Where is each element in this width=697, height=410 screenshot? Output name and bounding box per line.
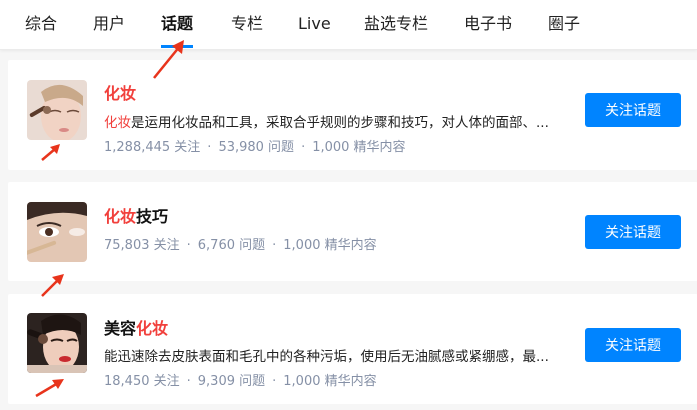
topic-result-card: 化妆技巧 75,803 关注 · 6,760 问题 · 1,000 精华内容 关注话题 bbox=[8, 182, 697, 281]
tab-label: Live bbox=[298, 14, 331, 33]
topic-title[interactable]: 化妆 bbox=[104, 80, 136, 104]
excerpt-text: 是运用化妆品和工具，采取合乎规则的步骤和技巧，对人体的面部、... bbox=[131, 115, 549, 131]
topic-title[interactable]: 美容化妆 bbox=[104, 315, 168, 339]
topic-result-card: 美容化妆 能迅速除去皮肤表面和毛孔中的各种污垢，使用后无油腻感或紧绷感，最...… bbox=[8, 294, 697, 404]
tab-topics[interactable]: 话题 bbox=[161, 0, 194, 50]
separator: · bbox=[186, 374, 191, 389]
topic-avatar[interactable] bbox=[27, 313, 87, 373]
separator: · bbox=[301, 140, 306, 155]
separator: · bbox=[186, 238, 191, 253]
title-text: 美容 bbox=[104, 319, 137, 338]
topic-excerpt: 化妆是运用化妆品和工具，采取合乎规则的步骤和技巧，对人体的面部、... bbox=[104, 111, 574, 131]
questions-count: 6,760 问题 bbox=[197, 238, 266, 253]
topic-stats: 75,803 关注 · 6,760 问题 · 1,000 精华内容 bbox=[104, 234, 377, 253]
topic-avatar[interactable] bbox=[27, 80, 87, 140]
follow-topic-button[interactable]: 关注话题 bbox=[585, 215, 681, 249]
topic-title[interactable]: 化妆技巧 bbox=[104, 203, 168, 227]
essence-count: 1,000 精华内容 bbox=[283, 374, 377, 389]
tab-users[interactable]: 用户 bbox=[93, 0, 125, 50]
excerpt-keyword-highlight: 化妆 bbox=[104, 115, 131, 131]
follow-topic-button[interactable]: 关注话题 bbox=[585, 328, 681, 362]
followers-count: 75,803 关注 bbox=[104, 238, 180, 253]
search-type-tabbar: 综合 用户 话题 专栏 Live 盐选专栏 电子书 圈子 bbox=[0, 0, 697, 50]
active-tab-indicator bbox=[161, 45, 194, 48]
title-keyword-highlight: 化妆 bbox=[136, 319, 169, 338]
separator: · bbox=[207, 140, 212, 155]
topic-excerpt: 能迅速除去皮肤表面和毛孔中的各种污垢，使用后无油腻感或紧绷感，最... bbox=[104, 345, 574, 365]
title-text: 技巧 bbox=[136, 207, 169, 226]
tab-salt-columns[interactable]: 盐选专栏 bbox=[364, 0, 428, 50]
questions-count: 53,980 问题 bbox=[218, 140, 295, 155]
tab-label: 话题 bbox=[161, 14, 194, 33]
topic-stats: 1,288,445 关注 · 53,980 问题 · 1,000 精华内容 bbox=[104, 136, 406, 155]
tab-circles[interactable]: 圈子 bbox=[548, 0, 580, 50]
essence-count: 1,000 精华内容 bbox=[283, 238, 377, 253]
tab-live[interactable]: Live bbox=[298, 0, 331, 50]
essence-count: 1,000 精华内容 bbox=[312, 140, 406, 155]
tab-ebooks[interactable]: 电子书 bbox=[464, 0, 512, 50]
excerpt-text: 能迅速除去皮肤表面和毛孔中的各种污垢，使用后无油腻感或紧绷感，最... bbox=[104, 349, 549, 365]
separator: · bbox=[272, 238, 277, 253]
topic-result-card: 化妆 化妆是运用化妆品和工具，采取合乎规则的步骤和技巧，对人体的面部、... 1… bbox=[8, 60, 697, 170]
separator: · bbox=[272, 374, 277, 389]
follow-topic-button[interactable]: 关注话题 bbox=[585, 93, 681, 127]
title-keyword-highlight: 化妆 bbox=[104, 207, 137, 226]
tab-label: 盐选专栏 bbox=[364, 14, 429, 33]
topic-stats: 18,450 关注 · 9,309 问题 · 1,000 精华内容 bbox=[104, 370, 377, 389]
topic-avatar[interactable] bbox=[27, 202, 87, 262]
followers-count: 18,450 关注 bbox=[104, 374, 180, 389]
tab-comprehensive[interactable]: 综合 bbox=[25, 0, 57, 50]
tab-label: 电子书 bbox=[464, 14, 513, 33]
tab-label: 圈子 bbox=[548, 14, 581, 33]
followers-count: 1,288,445 关注 bbox=[104, 140, 201, 155]
tab-columns[interactable]: 专栏 bbox=[231, 0, 263, 50]
tab-label: 用户 bbox=[93, 14, 126, 33]
title-keyword-highlight: 化妆 bbox=[104, 84, 137, 103]
tab-label: 专栏 bbox=[231, 14, 264, 33]
tab-label: 综合 bbox=[25, 14, 58, 33]
questions-count: 9,309 问题 bbox=[197, 374, 266, 389]
